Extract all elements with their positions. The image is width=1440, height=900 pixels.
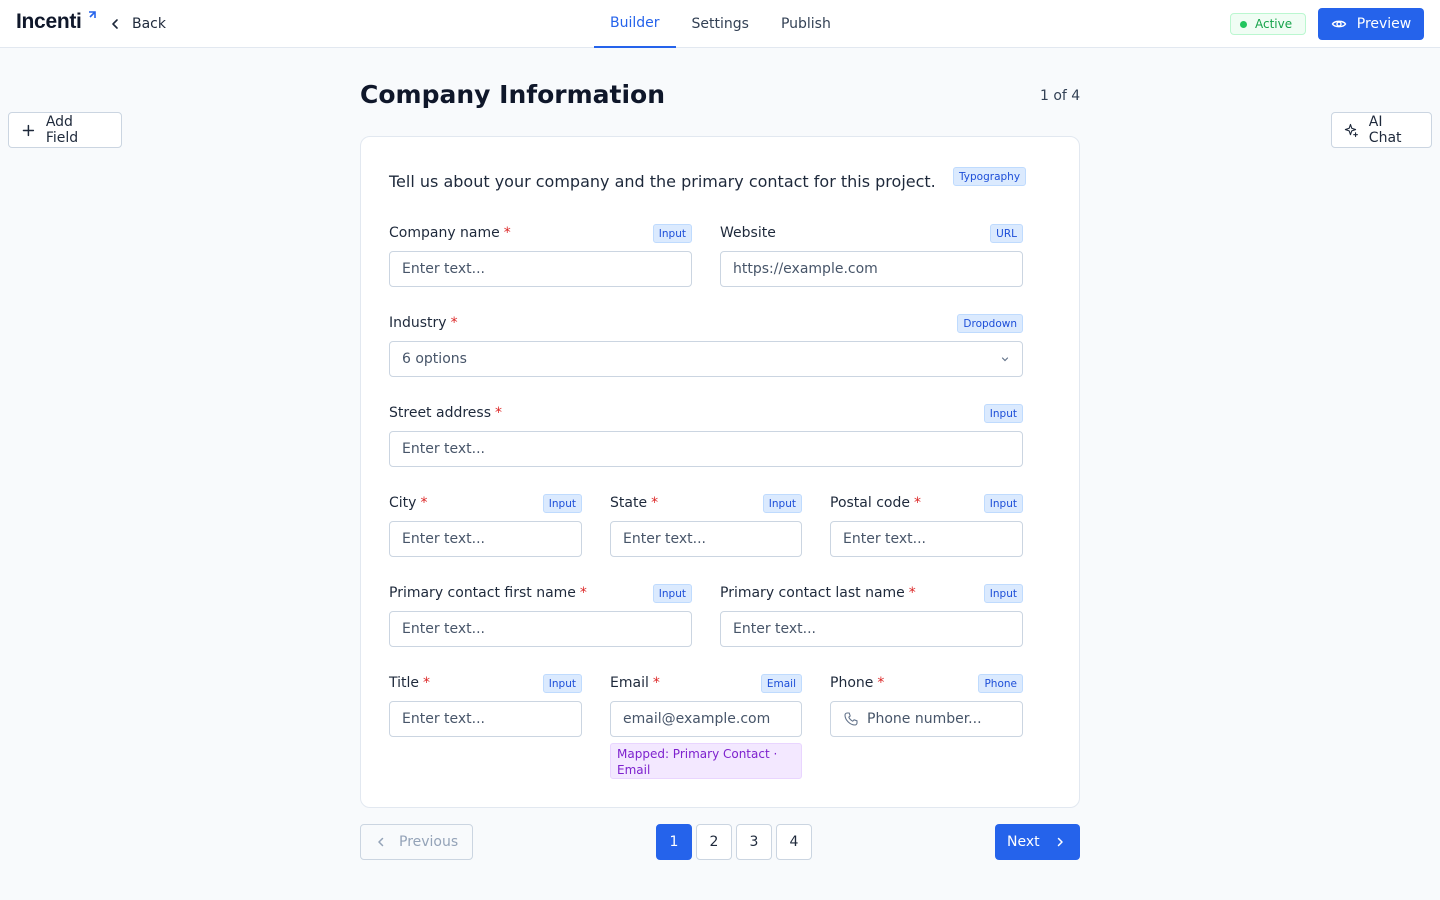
page-numbers: 1 2 3 4 xyxy=(656,824,812,860)
add-field-label: Add Field xyxy=(45,114,79,146)
field-label: Phone * xyxy=(830,675,885,691)
first-name-input[interactable]: Enter text... xyxy=(389,611,692,647)
field-label: Website xyxy=(720,225,776,241)
field-type-badge: URL xyxy=(990,224,1023,243)
industry-select[interactable]: 6 options xyxy=(389,341,1023,377)
tab-settings[interactable]: Settings xyxy=(676,0,765,48)
ai-chat-label: AI Chat xyxy=(1368,114,1402,146)
status-badge: Active xyxy=(1230,13,1306,35)
sparkles-icon xyxy=(1344,123,1358,137)
page-title: Company Information xyxy=(360,80,666,109)
last-name-input[interactable]: Enter text... xyxy=(720,611,1023,647)
phone-placeholder: Phone number... xyxy=(867,711,982,727)
field-type-badge: Dropdown xyxy=(957,314,1023,333)
state-input[interactable]: Enter text... xyxy=(610,521,802,557)
field-label: Primary contact last name * xyxy=(720,585,916,601)
tab-builder[interactable]: Builder xyxy=(594,0,676,48)
postal-code-input[interactable]: Enter text... xyxy=(830,521,1023,557)
ai-chat-button[interactable]: AI Chat xyxy=(1331,112,1432,148)
app-logo[interactable]: Incenti xyxy=(16,10,82,34)
field-type-badge: Input xyxy=(542,674,582,693)
company-name-input[interactable]: Enter text... xyxy=(389,251,692,287)
street-address-input[interactable]: Enter text... xyxy=(389,431,1023,467)
field-label: Industry * xyxy=(389,315,458,331)
chevron-down-icon xyxy=(1001,357,1009,362)
typography-badge: Typography xyxy=(953,167,1027,186)
field-type-badge: Input xyxy=(983,404,1023,423)
next-label: Next xyxy=(1007,834,1040,850)
tab-publish[interactable]: Publish xyxy=(765,0,847,48)
field-label: Postal code * xyxy=(830,495,921,511)
status-label: Active xyxy=(1255,17,1293,31)
chevron-right-icon xyxy=(1057,837,1063,847)
field-type-badge: Email xyxy=(760,674,802,693)
back-button[interactable]: Back xyxy=(108,12,166,36)
page-2-button[interactable]: 2 xyxy=(696,824,732,860)
preview-label: Preview xyxy=(1356,16,1412,32)
logo-arrow-icon xyxy=(89,11,96,18)
back-label: Back xyxy=(132,16,166,32)
step-counter: 1 of 4 xyxy=(1040,88,1081,104)
top-bar: Incenti Back Builder Settings Publish Ac… xyxy=(0,0,1440,48)
eye-icon xyxy=(1331,20,1347,28)
previous-label: Previous xyxy=(399,834,459,850)
field-label: City * xyxy=(389,495,428,511)
field-label: Street address * xyxy=(389,405,502,421)
add-field-button[interactable]: Add Field xyxy=(8,112,122,148)
email-input[interactable]: email@example.com xyxy=(610,701,802,737)
field-label: Email * xyxy=(610,675,660,691)
page-4-button[interactable]: 4 xyxy=(776,824,812,860)
plus-icon xyxy=(22,124,35,136)
field-label: Primary contact first name * xyxy=(389,585,587,601)
field-type-badge: Input xyxy=(983,494,1023,513)
field-type-badge: Input xyxy=(652,224,692,243)
field-type-badge: Input xyxy=(983,584,1023,603)
phone-input[interactable]: Phone number... xyxy=(830,701,1023,737)
mapping-badge: Mapped: Primary Contact · Email xyxy=(610,743,802,779)
website-input[interactable]: https://example.com xyxy=(720,251,1023,287)
field-type-badge: Phone xyxy=(978,674,1023,693)
industry-value: 6 options xyxy=(402,351,467,367)
previous-button[interactable]: Previous xyxy=(360,824,473,860)
field-label: Company name * xyxy=(389,225,511,241)
field-type-badge: Input xyxy=(542,494,582,513)
preview-button[interactable]: Preview xyxy=(1318,8,1424,40)
phone-icon xyxy=(844,712,858,726)
main-tabs: Builder Settings Publish xyxy=(594,0,847,48)
field-label: Title * xyxy=(389,675,431,691)
field-type-badge: Input xyxy=(652,584,692,603)
city-input[interactable]: Enter text... xyxy=(389,521,582,557)
next-button[interactable]: Next xyxy=(995,824,1080,860)
field-label: State * xyxy=(610,495,659,511)
field-type-badge: Input xyxy=(762,494,802,513)
status-dot-icon xyxy=(1240,20,1247,28)
page-3-button[interactable]: 3 xyxy=(736,824,772,860)
intro-text: Tell us about your company and the prima… xyxy=(389,172,936,191)
title-input[interactable]: Enter text... xyxy=(389,701,582,737)
page-1-button[interactable]: 1 xyxy=(656,824,692,860)
form-card: Tell us about your company and the prima… xyxy=(360,136,1080,808)
chevron-left-icon xyxy=(112,19,118,29)
chevron-left-icon xyxy=(378,837,384,847)
